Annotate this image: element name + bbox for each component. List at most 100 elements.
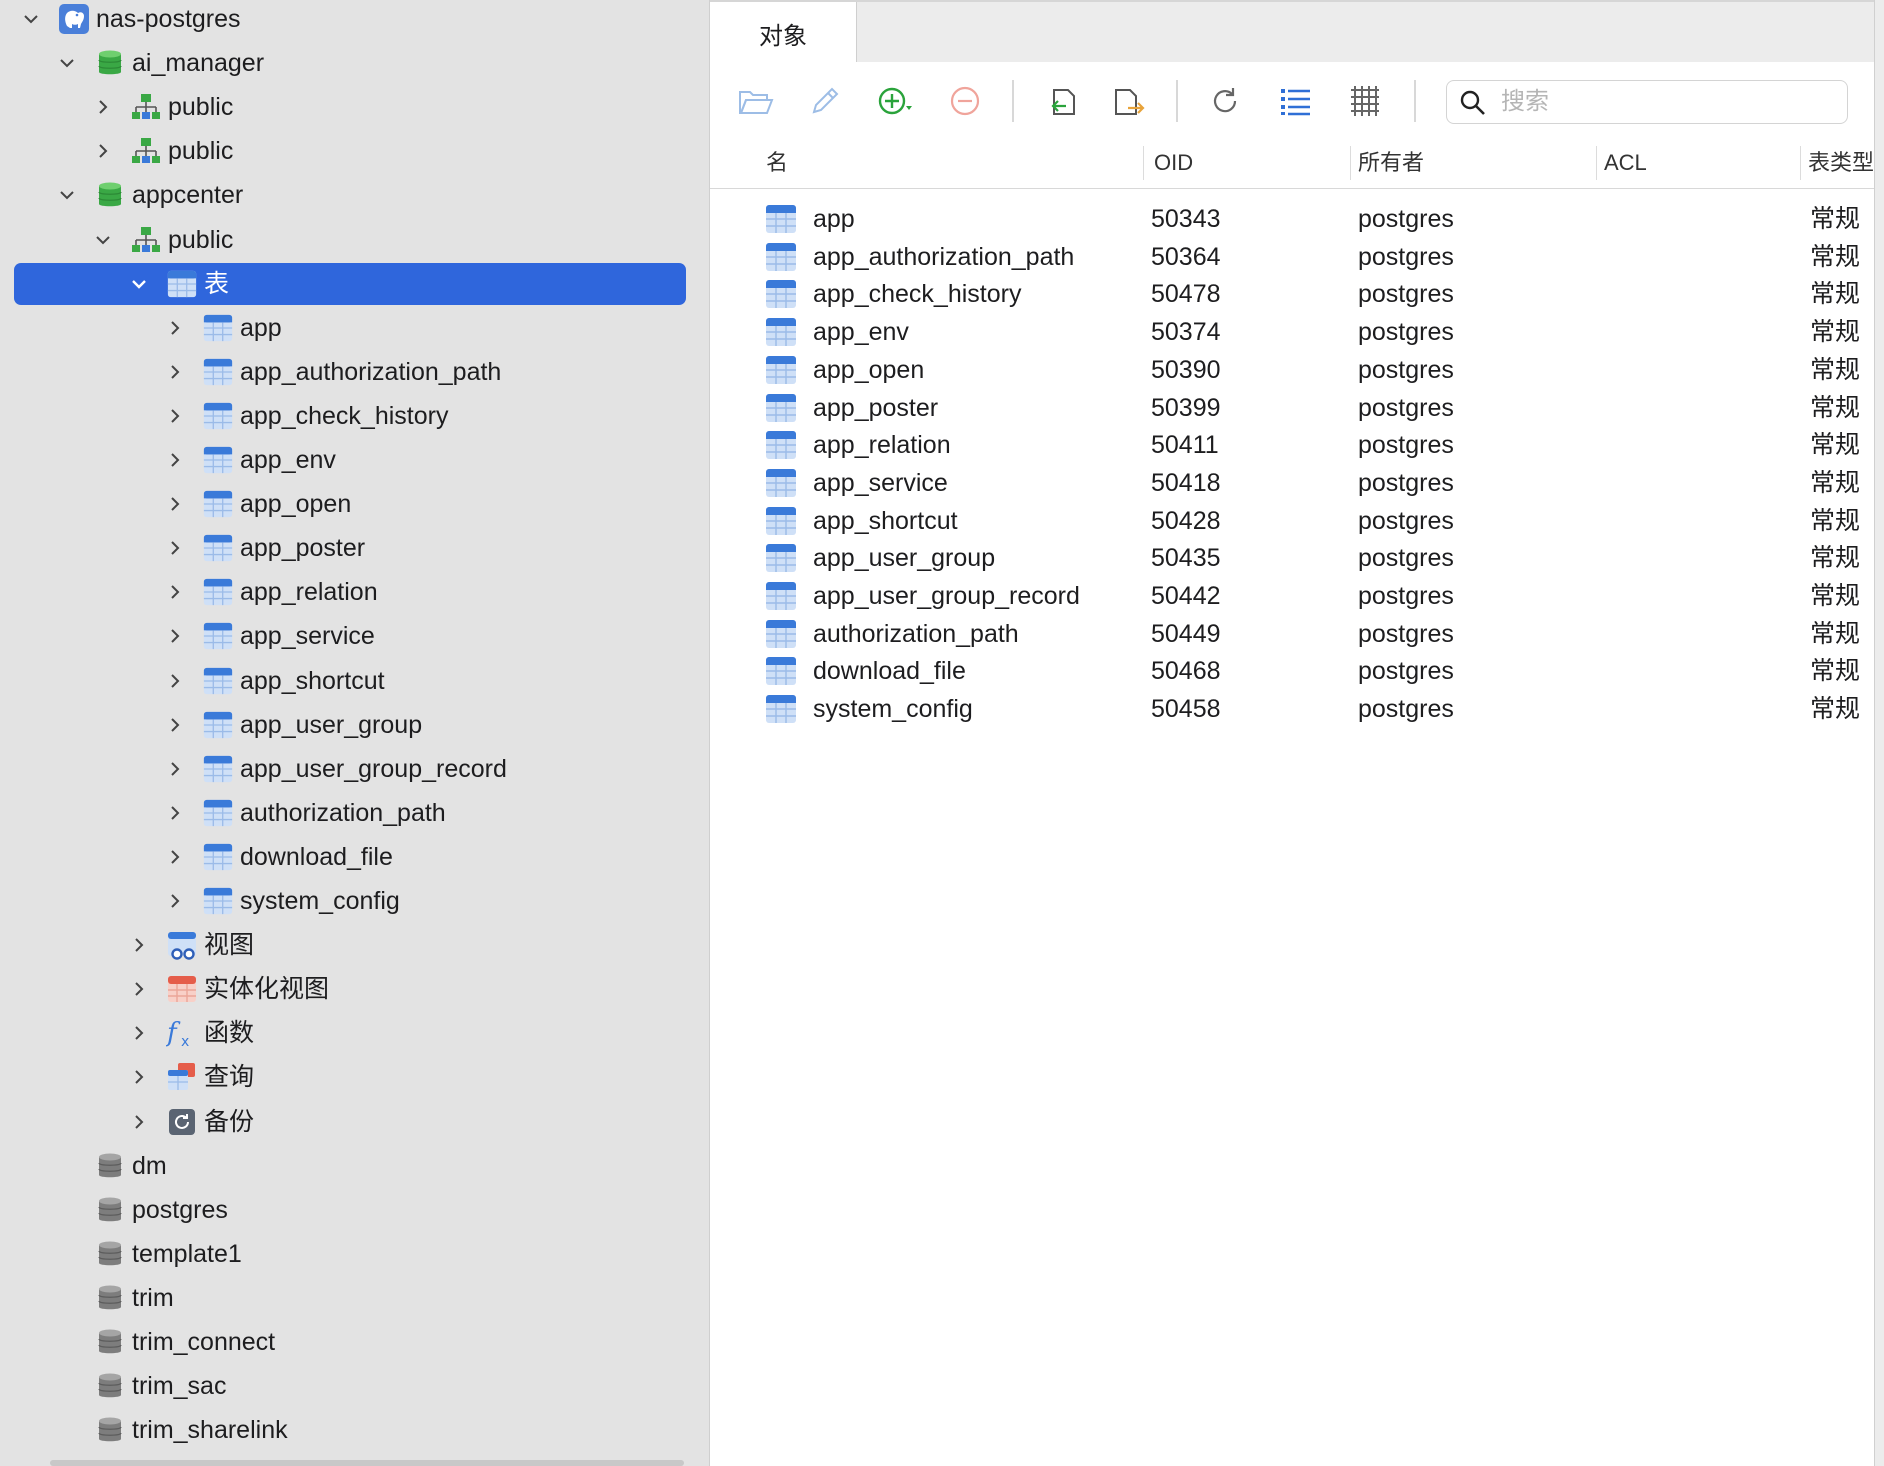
column-acl-header[interactable]: ACL	[1604, 142, 1647, 188]
tree-item-database[interactable]: trim_sac	[0, 1364, 709, 1408]
tab-objects[interactable]: 对象	[710, 2, 857, 64]
column-divider[interactable]	[1143, 146, 1144, 180]
object-row[interactable]: app_service 50418 postgres 常规	[710, 464, 1874, 502]
chevron-right-icon[interactable]	[130, 1068, 148, 1086]
tree-item-functions[interactable]: f x 函数	[0, 1011, 709, 1055]
tree-item-table[interactable]: app_shortcut	[0, 659, 709, 703]
chevron-right-icon[interactable]	[130, 980, 148, 998]
chevron-down-icon[interactable]	[22, 10, 40, 28]
chevron-right-icon[interactable]	[166, 583, 184, 601]
tree-item-table[interactable]: download_file	[0, 835, 709, 879]
chevron-right-icon[interactable]	[166, 319, 184, 337]
tree-item-table[interactable]: app_user_group_record	[0, 747, 709, 791]
tree-item-schema[interactable]: public	[0, 129, 709, 173]
list-view-button[interactable]	[1274, 80, 1316, 122]
tree-item-table[interactable]: app_service	[0, 614, 709, 658]
schema-tree-icon	[130, 135, 162, 167]
chevron-down-icon[interactable]	[58, 186, 76, 204]
refresh-button[interactable]	[1204, 80, 1246, 122]
chevron-right-icon[interactable]	[166, 848, 184, 866]
column-divider[interactable]	[1800, 146, 1801, 180]
tree-item-schema[interactable]: public	[0, 218, 709, 262]
search-input[interactable]	[1499, 85, 1833, 119]
tree-item-table[interactable]: app_poster	[0, 526, 709, 570]
chevron-right-icon[interactable]	[166, 363, 184, 381]
column-type-header[interactable]: 表类型	[1808, 142, 1874, 188]
export-button[interactable]	[1108, 80, 1150, 122]
tree-item-schema[interactable]: public	[0, 85, 709, 129]
tree-item-database[interactable]: trim	[0, 1276, 709, 1320]
tree-item-table[interactable]: authorization_path	[0, 791, 709, 835]
object-row[interactable]: app_user_group_record 50442 postgres 常规	[710, 577, 1874, 615]
column-divider[interactable]	[1350, 146, 1351, 180]
open-button[interactable]	[734, 80, 776, 122]
object-row[interactable]: app_open 50390 postgres 常规	[710, 351, 1874, 389]
chevron-right-icon[interactable]	[166, 892, 184, 910]
add-button[interactable]	[874, 80, 916, 122]
tree-item-label: postgres	[132, 1195, 228, 1224]
object-row[interactable]: app_user_group 50435 postgres 常规	[710, 539, 1874, 577]
chevron-right-icon[interactable]	[166, 672, 184, 690]
tree-item-queries[interactable]: 查询	[0, 1055, 709, 1099]
object-row[interactable]: system_config 50458 postgres 常规	[710, 690, 1874, 728]
tree-item-database[interactable]: appcenter	[0, 173, 709, 217]
tree-item-table[interactable]: app_env	[0, 438, 709, 482]
chevron-right-icon[interactable]	[166, 495, 184, 513]
tree-item-table[interactable]: app	[0, 306, 709, 350]
tree-item-database[interactable]: dm	[0, 1144, 709, 1188]
tree-item-database[interactable]: ai_manager	[0, 41, 709, 85]
chevron-right-icon[interactable]	[130, 936, 148, 954]
object-owner-cell: postgres	[1358, 619, 1454, 648]
object-row[interactable]: app_check_history 50478 postgres 常规	[710, 275, 1874, 313]
object-row[interactable]: app_shortcut 50428 postgres 常规	[710, 502, 1874, 540]
chevron-right-icon[interactable]	[130, 1113, 148, 1131]
tree-item-database[interactable]: trim_connect	[0, 1320, 709, 1364]
chevron-right-icon[interactable]	[166, 539, 184, 557]
tree-item-table[interactable]: app_authorization_path	[0, 350, 709, 394]
chevron-right-icon[interactable]	[166, 627, 184, 645]
object-row[interactable]: app_authorization_path 50364 postgres 常规	[710, 238, 1874, 276]
tree-item-label: app_poster	[240, 534, 366, 563]
edit-button[interactable]	[804, 80, 846, 122]
tree-item-tables-group[interactable]: 表	[0, 262, 709, 306]
object-type-cell: 常规	[1810, 582, 1861, 610]
object-row[interactable]: app_env 50374 postgres 常规	[710, 313, 1874, 351]
column-divider[interactable]	[1596, 146, 1597, 180]
tree-item-connection[interactable]: nas-postgres	[0, 0, 709, 41]
object-row[interactable]: app_poster 50399 postgres 常规	[710, 389, 1874, 427]
tree-item-backups[interactable]: 备份	[0, 1100, 709, 1144]
delete-button[interactable]	[944, 80, 986, 122]
tree-item-table[interactable]: app_user_group	[0, 703, 709, 747]
search-box[interactable]	[1446, 80, 1848, 124]
chevron-right-icon[interactable]	[166, 407, 184, 425]
grid-view-button[interactable]	[1344, 80, 1386, 122]
chevron-right-icon[interactable]	[130, 1024, 148, 1042]
chevron-down-icon[interactable]	[94, 231, 112, 249]
tree-item-materialized-views[interactable]: 实体化视图	[0, 967, 709, 1011]
tree-item-table[interactable]: app_check_history	[0, 394, 709, 438]
tree-item-table[interactable]: system_config	[0, 879, 709, 923]
import-button[interactable]	[1040, 80, 1082, 122]
chevron-right-icon[interactable]	[94, 142, 112, 160]
object-row[interactable]: app_relation 50411 postgres 常规	[710, 426, 1874, 464]
object-row[interactable]: app 50343 postgres 常规	[710, 200, 1874, 238]
column-owner-header[interactable]: 所有者	[1358, 142, 1424, 188]
chevron-right-icon[interactable]	[166, 451, 184, 469]
sidebar-scrollbar[interactable]	[50, 1460, 684, 1466]
chevron-down-icon[interactable]	[58, 54, 76, 72]
tree-item-table[interactable]: app_open	[0, 482, 709, 526]
tree-item-table[interactable]: app_relation	[0, 570, 709, 614]
object-row[interactable]: download_file 50468 postgres 常规	[710, 652, 1874, 690]
tree-item-views[interactable]: 视图	[0, 923, 709, 967]
chevron-right-icon[interactable]	[166, 760, 184, 778]
tree-item-database[interactable]: postgres	[0, 1188, 709, 1232]
chevron-down-icon[interactable]	[130, 275, 148, 293]
object-row[interactable]: authorization_path 50449 postgres 常规	[710, 615, 1874, 653]
column-name-header[interactable]: 名	[766, 142, 788, 188]
tree-item-database[interactable]: trim_sharelink	[0, 1408, 709, 1452]
chevron-right-icon[interactable]	[94, 98, 112, 116]
chevron-right-icon[interactable]	[166, 716, 184, 734]
column-oid-header[interactable]: OID	[1154, 142, 1193, 188]
chevron-right-icon[interactable]	[166, 804, 184, 822]
tree-item-database[interactable]: template1	[0, 1232, 709, 1276]
